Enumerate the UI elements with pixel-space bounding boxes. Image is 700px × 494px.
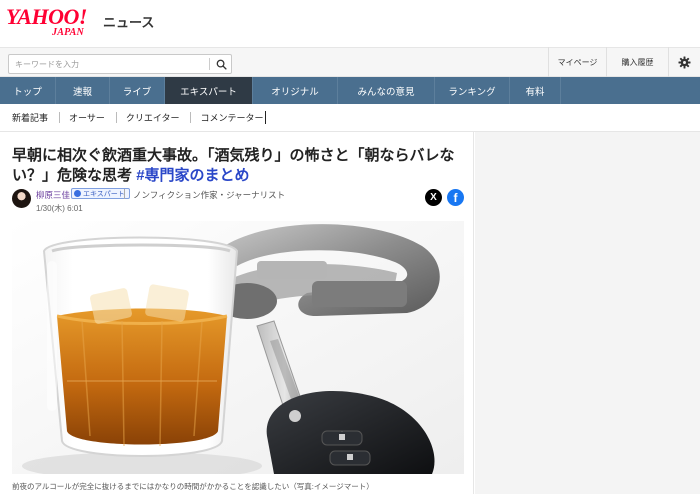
article: 早朝に相次ぐ飲酒重大事故。「酒気残り」の怖さと「朝ならバレな い？」危険な思考 … xyxy=(0,132,474,494)
author-role: ノンフィクション作家・ジャーナリスト xyxy=(133,190,286,200)
nav-paid[interactable]: 有料 xyxy=(510,77,561,104)
share-x-button[interactable]: X xyxy=(425,189,442,206)
logo-wordmark: YAHOO! xyxy=(6,4,87,29)
search-input[interactable] xyxy=(9,55,207,73)
verified-check-icon xyxy=(74,190,81,197)
nav-top[interactable]: トップ xyxy=(0,77,56,104)
search-button[interactable] xyxy=(211,55,231,73)
facebook-icon: f xyxy=(453,191,458,205)
author-name[interactable]: 柳原三佳 xyxy=(36,189,70,201)
title-hashtag-link[interactable]: #専門家のまとめ xyxy=(136,167,249,184)
nav-original[interactable]: オリジナル xyxy=(253,77,338,104)
global-header: YAHOO! JAPAN ニュース xyxy=(0,0,700,47)
right-column xyxy=(475,132,700,494)
publish-date: 1/30(木) 6:01 xyxy=(36,204,83,213)
yahoo-japan-logo[interactable]: YAHOO! JAPAN xyxy=(6,6,102,40)
nav-live[interactable]: ライブ xyxy=(110,77,165,104)
search-divider xyxy=(209,58,210,70)
share-facebook-button[interactable]: f xyxy=(447,189,464,206)
article-title: 早朝に相次ぐ飲酒重大事故。「酒気残り」の怖さと「朝ならバレな い？」危険な思考 … xyxy=(12,146,470,186)
author-divider xyxy=(124,189,125,199)
logo-region: JAPAN xyxy=(52,27,84,38)
nav-opinions[interactable]: みんなの意見 xyxy=(338,77,435,104)
photo-caption: 前夜のアルコールが完全に抜けるまでにはかなりの時間がかかることを認識したい（写真… xyxy=(12,482,374,491)
author-avatar[interactable] xyxy=(12,189,31,208)
search-icon xyxy=(216,59,227,70)
subnav-divider xyxy=(190,112,192,123)
expert-badge-label: エキスパート xyxy=(83,190,125,198)
subnav-divider xyxy=(115,112,117,123)
gear-icon xyxy=(678,55,691,69)
nav-ranking[interactable]: ランキング xyxy=(435,77,510,104)
purchase-history-link[interactable]: 購入履歴 xyxy=(606,47,668,77)
subnav-creators[interactable]: クリエイター xyxy=(126,111,189,124)
x-logo-icon: X xyxy=(430,192,437,203)
main-nav: トップ 速報 ライブ エキスパート オリジナル みんなの意見 ランキング 有料 xyxy=(0,77,700,104)
article-photo[interactable] xyxy=(12,221,464,474)
section-name[interactable]: ニュース xyxy=(103,12,154,31)
nav-breaking[interactable]: 速報 xyxy=(56,77,110,104)
mypage-link[interactable]: マイページ xyxy=(548,47,606,77)
expert-subnav: 新着記事 オーサー クリエイター コメンテーター xyxy=(0,104,700,132)
expert-badge: エキスパート xyxy=(71,188,130,199)
subnav-commentators[interactable]: コメンテーター xyxy=(200,111,263,124)
nav-expert[interactable]: エキスパート xyxy=(165,77,253,104)
settings-button[interactable] xyxy=(668,47,700,77)
title-line-1: 早朝に相次ぐ飲酒重大事故。「酒気残り」の怖さと「朝ならバレな xyxy=(12,147,455,164)
whiskey-glass-car-key-photo xyxy=(12,221,464,474)
text-cursor xyxy=(264,111,266,124)
title-line-2: い？」危険な思考 xyxy=(12,167,133,184)
subnav-authors[interactable]: オーサー xyxy=(69,111,114,124)
search-box xyxy=(8,54,232,74)
subnav-latest[interactable]: 新着記事 xyxy=(12,111,57,124)
subnav-divider xyxy=(59,112,61,123)
